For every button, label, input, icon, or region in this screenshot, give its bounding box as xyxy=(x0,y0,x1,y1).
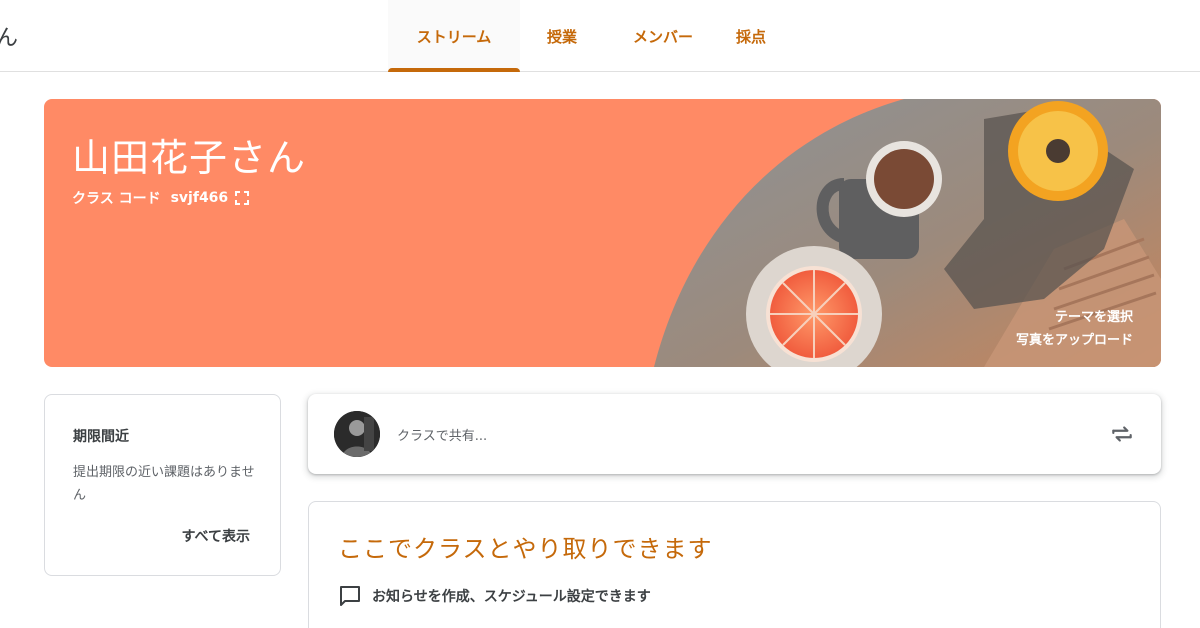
class-code-label: クラス コード xyxy=(72,191,161,207)
class-code-value: svjf466 xyxy=(170,190,229,206)
tab-grades[interactable]: 採点 xyxy=(722,0,780,72)
upcoming-title: 期限間近 xyxy=(73,429,129,445)
tab-bar: ストリーム 授業 メンバー 採点 xyxy=(388,0,780,72)
upcoming-card: 期限間近 提出期限の近い課題はありません すべて表示 xyxy=(44,394,281,576)
app-title: ん xyxy=(0,26,19,51)
fullscreen-icon[interactable] xyxy=(234,190,250,206)
class-name: 山田花子さん xyxy=(72,136,307,180)
share-box[interactable]: クラスで共有... xyxy=(308,394,1161,474)
select-theme-link[interactable]: テーマを選択 xyxy=(1055,306,1133,325)
top-bar: ん ストリーム 授業 メンバー 採点 xyxy=(0,0,1200,72)
tab-people-label: メンバー xyxy=(632,27,693,46)
class-banner: 山田花子さん クラス コード svjf466 テーマを選択 写真をアップロード xyxy=(44,99,1161,367)
repost-icon[interactable] xyxy=(1109,421,1135,447)
tab-people[interactable]: メンバー xyxy=(604,0,722,72)
tab-stream[interactable]: ストリーム xyxy=(388,0,520,72)
share-placeholder: クラスで共有... xyxy=(397,429,488,444)
chat-icon xyxy=(340,586,360,606)
tab-classwork-label: 授業 xyxy=(546,27,577,46)
welcome-card: ここでクラスとやり取りできます お知らせを作成、スケジュール設定できます xyxy=(308,501,1161,628)
upcoming-empty-text: 提出期限の近い課題はありません xyxy=(73,465,255,503)
avatar xyxy=(334,411,380,457)
view-all-link[interactable]: すべて表示 xyxy=(182,526,250,546)
upload-photo-link[interactable]: 写真をアップロード xyxy=(1016,329,1133,348)
tab-classwork[interactable]: 授業 xyxy=(520,0,604,72)
welcome-title: ここでクラスとやり取りできます xyxy=(338,535,713,563)
class-code: クラス コード svjf466 xyxy=(72,188,250,208)
welcome-item-text: お知らせを作成、スケジュール設定できます xyxy=(372,589,651,605)
welcome-item: お知らせを作成、スケジュール設定できます xyxy=(338,584,651,608)
tab-grades-label: 採点 xyxy=(735,27,766,46)
tab-stream-label: ストリーム xyxy=(416,27,492,46)
